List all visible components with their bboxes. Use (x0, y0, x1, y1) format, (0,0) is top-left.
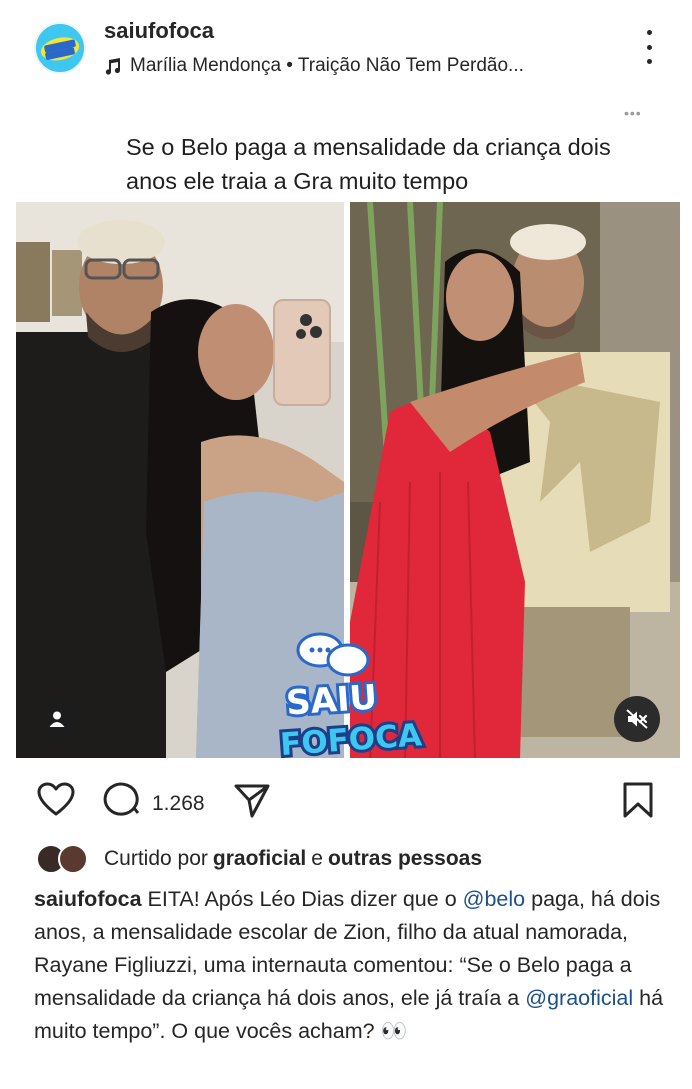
music-title: Marília Mendonça • Traição Não Tem Perdã… (130, 55, 524, 76)
saiu-fofoca-logo-icon (36, 24, 84, 72)
more-options-icon[interactable] (640, 30, 658, 64)
action-bar: 1.268 (0, 780, 692, 826)
music-info[interactable]: Marília Mendonça • Traição Não Tem Perdã… (104, 55, 524, 77)
likes-user[interactable]: graoficial (213, 847, 306, 871)
likes-connector: e (311, 847, 323, 870)
profile-avatar[interactable] (34, 22, 86, 74)
liker-avatar (58, 844, 88, 874)
logo-line-2: FOFOCA (279, 717, 423, 758)
post-header: saiufofoca Marília Mendonça • Traição Nã… (0, 0, 692, 100)
mention-belo[interactable]: @belo (463, 887, 525, 911)
comment-icon[interactable] (103, 780, 143, 825)
share-icon[interactable] (232, 780, 272, 825)
logo-line-1: SAIU (285, 677, 379, 723)
mute-icon[interactable] (614, 696, 660, 742)
music-note-icon (105, 58, 121, 75)
post-username[interactable]: saiufofoca (104, 18, 214, 44)
post-headline: Se o Belo paga a mensalidade da criança … (126, 134, 611, 194)
likes-others[interactable]: outras pessoas (328, 847, 482, 871)
comment-count: 1.268 (152, 792, 205, 815)
caption-author[interactable]: saiufofoca (34, 887, 142, 911)
tagged-users-icon[interactable] (36, 698, 78, 740)
saiu-fofoca-logo: SAIU FOFOCA (276, 628, 428, 766)
like-heart-icon[interactable] (36, 780, 76, 825)
likes-prefix: Curtido por (104, 847, 208, 870)
mention-graoficial[interactable]: @graoficial (525, 986, 633, 1010)
caption-text-1: EITA! Após Léo Dias dizer que o (147, 887, 457, 911)
post-more-dots[interactable]: ••• (624, 105, 642, 121)
post-caption: saiufofoca EITA! Após Léo Dias dizer que… (34, 883, 674, 1048)
post-media: ••• Se o Belo paga a mensalidade da cria… (16, 100, 680, 766)
likes-summary[interactable]: Curtido por graoficial e outras pessoas (36, 844, 487, 874)
liker-avatars (36, 844, 98, 874)
save-bookmark-icon[interactable] (620, 780, 656, 825)
